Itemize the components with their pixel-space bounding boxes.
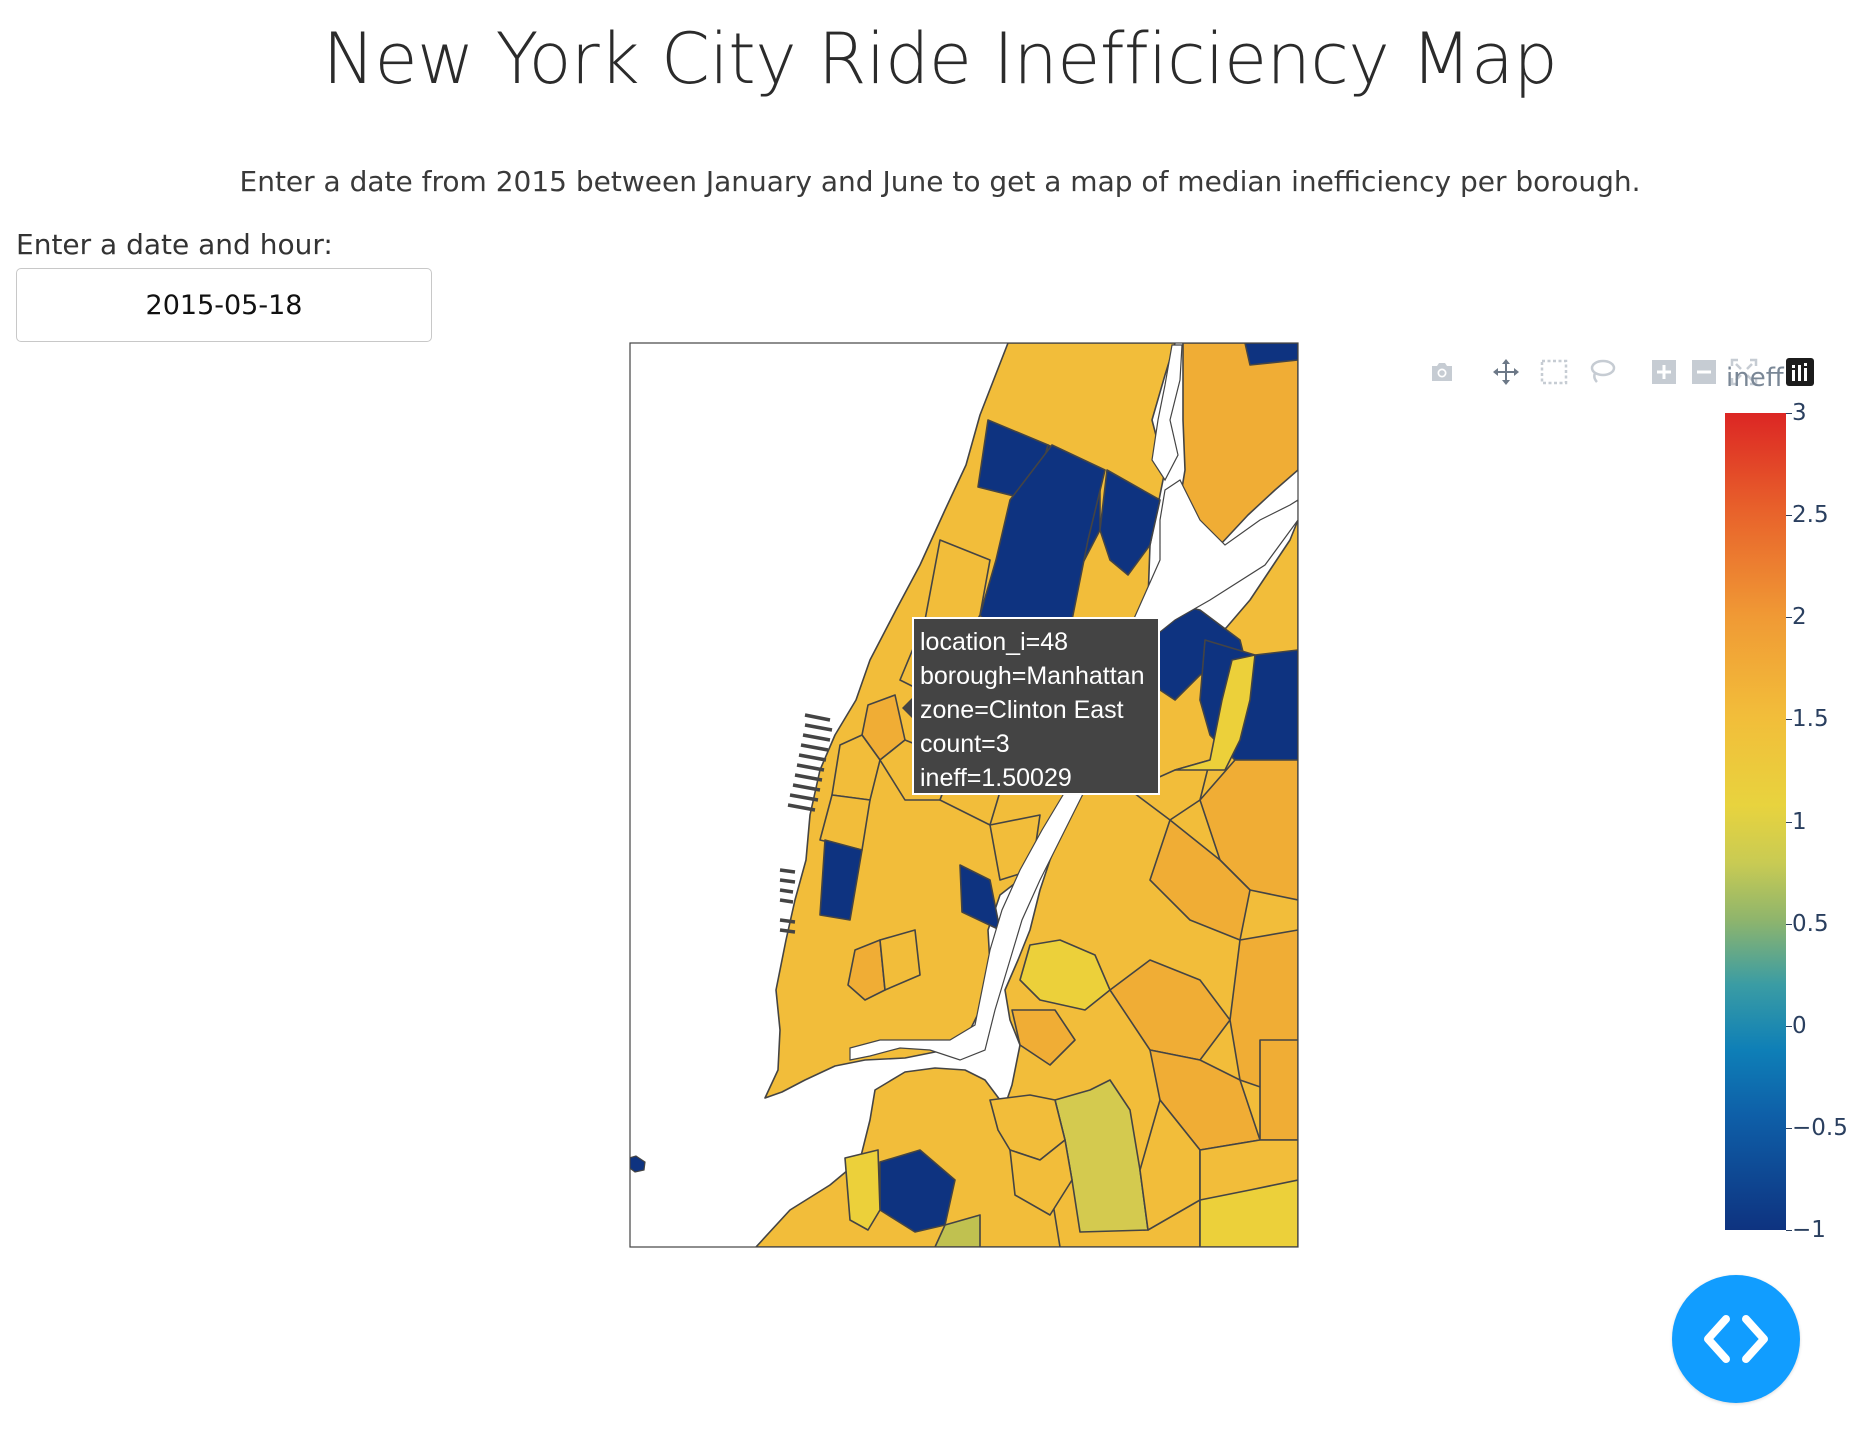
lasso-select-icon[interactable]: [1584, 352, 1620, 392]
pan-icon[interactable]: [1488, 352, 1524, 392]
colorbar-tick-label: −0.5: [1792, 1114, 1848, 1141]
colorbar-tick-label: 0: [1792, 1012, 1807, 1039]
colorbar-tick-label: 1.5: [1792, 706, 1829, 733]
colorbar-tick-label: 0.5: [1792, 910, 1829, 937]
colorbar-tick-mark: [1786, 923, 1792, 925]
colorbar-tick-mark: [1786, 1025, 1792, 1027]
download-plot-camera-icon[interactable]: [1424, 352, 1460, 392]
zoom-in-icon[interactable]: [1646, 352, 1682, 392]
colorbar-tick-mark: [1786, 719, 1792, 721]
colorbar-tick-mark: [1786, 1230, 1792, 1231]
tooltip-line: borough=Manhattan: [920, 662, 1145, 690]
box-select-icon[interactable]: [1536, 352, 1572, 392]
colorbar-title: ineff: [1726, 363, 1784, 393]
zone-dumbo[interactable]: [844, 1149, 881, 1231]
colorbar-tick-mark: [1786, 413, 1792, 414]
colorbar-gradient: [1725, 413, 1786, 1230]
map-geo-layer: [630, 343, 1298, 1247]
code-brackets-icon: [1704, 1315, 1768, 1363]
colorbar-tick-label: 1: [1792, 808, 1807, 835]
colorbar-tick-label: −1: [1792, 1217, 1826, 1243]
colorbar-tick-label: 3: [1792, 400, 1807, 426]
colorbar-tick-mark: [1786, 821, 1792, 823]
colorbar-tick-mark: [1786, 617, 1792, 619]
tooltip-line: ineff=1.50029: [920, 764, 1072, 792]
colorbar-tick-mark: [1786, 1127, 1792, 1129]
tooltip-line: location_i=48: [920, 628, 1069, 656]
plotly-logo-icon[interactable]: [1782, 352, 1818, 392]
tooltip-line: zone=Clinton East: [920, 696, 1124, 724]
dev-tools-button[interactable]: [1672, 1275, 1800, 1403]
colorbar-tick-label: 2: [1792, 604, 1807, 631]
liberty-island: [630, 1155, 646, 1173]
zoom-out-icon[interactable]: [1686, 352, 1722, 392]
zone-queens-ridgewood[interactable]: [1259, 1039, 1298, 1141]
hudson-lower-piers: [779, 868, 796, 934]
colorbar-tick-label: 2.5: [1792, 502, 1829, 529]
hover-tooltip: location_i=48 borough=Manhattan zone=Cli…: [912, 617, 1160, 795]
tooltip-line: count=3: [920, 730, 1010, 758]
colorbar-tick-mark: [1786, 515, 1792, 517]
